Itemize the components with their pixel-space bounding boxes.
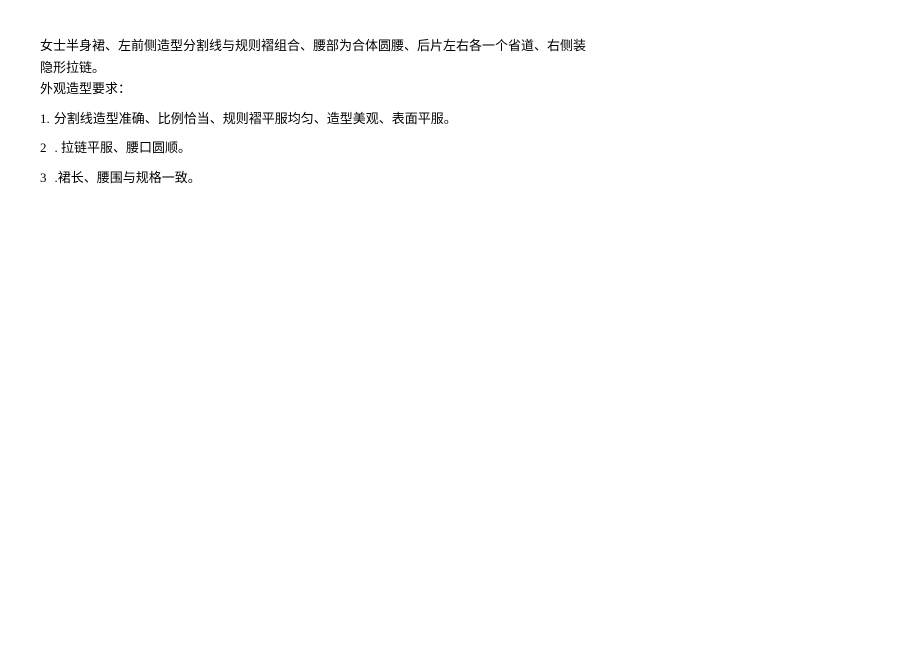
description-line-2: 隐形拉链。 — [40, 58, 880, 78]
requirement-number-2: 2 — [40, 138, 47, 158]
requirement-text-3: .裙长、腰围与规格一致。 — [55, 168, 201, 188]
requirement-item-2: 2 . 拉链平服、腰口圆顺。 — [40, 138, 880, 158]
requirement-text-1: 分割线造型准确、比例恰当、规则褶平服均匀、造型美观、表面平服。 — [54, 109, 457, 129]
requirement-text-2: . 拉链平服、腰口圆顺。 — [55, 138, 192, 158]
requirement-number-1: 1. — [40, 109, 50, 129]
description-line-1: 女士半身裙、左前侧造型分割线与规则褶组合、腰部为合体圆腰、后片左右各一个省道、右… — [40, 36, 880, 56]
requirement-item-1: 1. 分割线造型准确、比例恰当、规则褶平服均匀、造型美观、表面平服。 — [40, 109, 880, 129]
requirement-number-3: 3 — [40, 168, 47, 188]
requirement-item-3: 3 .裙长、腰围与规格一致。 — [40, 168, 880, 188]
requirements-title: 外观造型要求： — [40, 79, 880, 99]
